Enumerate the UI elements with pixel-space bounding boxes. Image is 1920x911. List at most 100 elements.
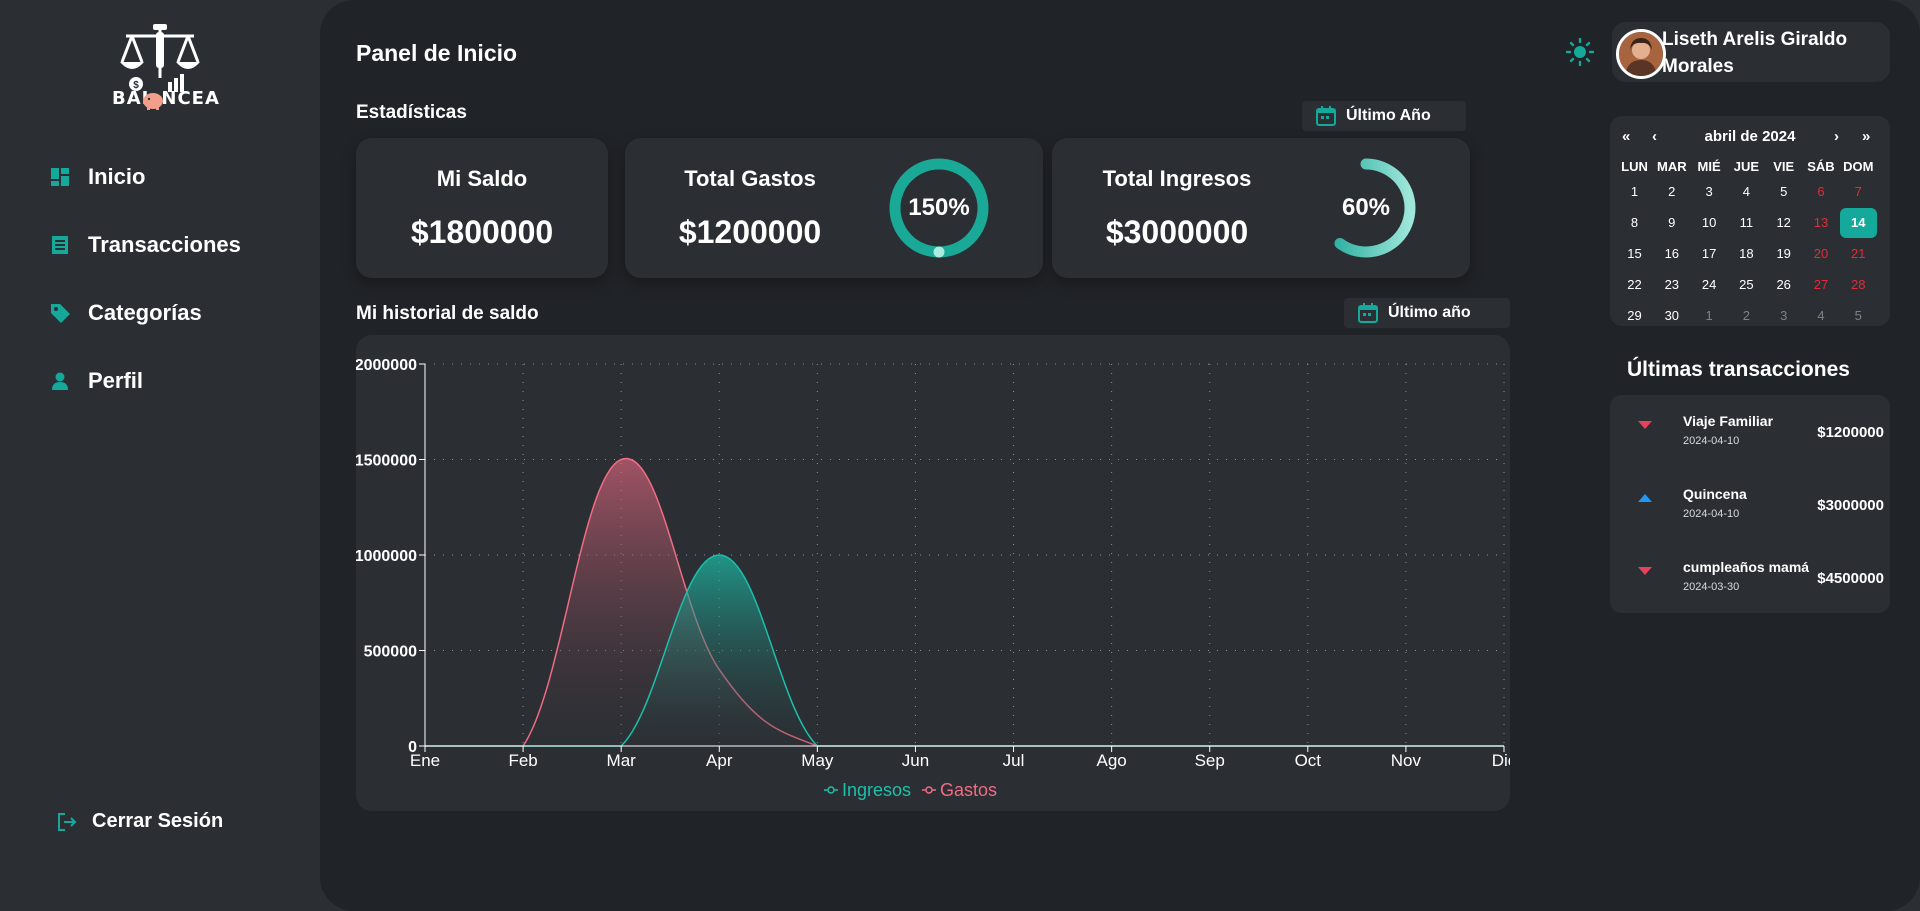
calendar-day[interactable]: 16	[1653, 246, 1690, 261]
calendar-day[interactable]: 11	[1728, 215, 1765, 230]
card-title: Mi Saldo	[436, 166, 528, 191]
calendar-grid: LUN MAR MIÉ JUE VIE SÁB DOM 1 2 3 4 5 6 7 8 9 10 11 12 13 1…	[1616, 156, 1884, 331]
chart-axes: 0500000100000015000002000000Ene Feb Mar Apr…	[356, 357, 1510, 770]
calendar-day[interactable]: 20	[1802, 246, 1839, 261]
logout-button[interactable]: Cerrar Sesión	[56, 810, 223, 833]
calendar-day[interactable]: 17	[1691, 246, 1728, 261]
calendar-day[interactable]: 22	[1616, 277, 1653, 292]
legend-label-ingresos[interactable]: Ingresos	[842, 780, 911, 800]
x-tick-label: Oct	[1295, 751, 1322, 770]
stats-range-select[interactable]: Último Año	[1302, 101, 1466, 131]
calendar-day[interactable]: 1	[1616, 184, 1653, 199]
x-tick-label: Sep	[1195, 751, 1225, 770]
receipt-icon	[48, 233, 72, 257]
calendar-day[interactable]: 28	[1840, 277, 1877, 292]
calendar-day[interactable]: 27	[1802, 277, 1839, 292]
gastos-ring-label: 150%	[908, 194, 970, 221]
y-tick-label: 2000000	[356, 357, 417, 374]
calendar-day[interactable]: 21	[1840, 246, 1877, 261]
calendar-day[interactable]: 29	[1616, 308, 1653, 323]
transaction-name: Quincena	[1683, 486, 1747, 502]
calendar-next-year-button[interactable]: »	[1862, 128, 1870, 145]
calendar-day[interactable]: 10	[1691, 215, 1728, 230]
avatar[interactable]	[1616, 29, 1666, 79]
calendar-icon	[1358, 303, 1378, 323]
nav-item-label: Transacciones	[88, 232, 241, 257]
user-name: Liseth Arelis Giraldo Morales	[1662, 29, 1848, 77]
logout-label: Cerrar Sesión	[92, 810, 224, 832]
card-title: Total Gastos	[684, 166, 816, 191]
calendar-day[interactable]: 4	[1802, 308, 1839, 323]
calendar-day[interactable]: 7	[1840, 184, 1877, 199]
calendar-weekday-label: MAR	[1656, 158, 1687, 174]
calendar-day[interactable]: 23	[1653, 277, 1690, 292]
transaction-item[interactable]: cumpleaños mamá 2024-03-30 $4500000	[1610, 541, 1890, 601]
calendar-day[interactable]: 1	[1691, 308, 1728, 323]
calendar-day[interactable]: 3	[1691, 184, 1728, 199]
x-tick-label: Apr	[706, 751, 733, 770]
calendar-day[interactable]: 13	[1802, 215, 1839, 230]
calendar-day[interactable]: 2	[1653, 184, 1690, 199]
nav-item-perfil[interactable]: Perfil	[48, 368, 143, 394]
calendar-day[interactable]: 26	[1765, 277, 1802, 292]
stats-range-label: Último Año	[1346, 107, 1431, 124]
calendar-prev-month-button[interactable]: ‹	[1652, 128, 1657, 145]
transaction-date: 2024-03-30	[1683, 581, 1740, 593]
legend-label-gastos[interactable]: Gastos	[940, 780, 997, 800]
calendar-week-row: 22 23 24 25 26 27 28	[1616, 269, 1884, 300]
transaction-item[interactable]: Quincena 2024-04-10 $3000000	[1610, 468, 1890, 528]
logout-icon	[58, 812, 77, 831]
calendar-day[interactable]: 4	[1728, 184, 1765, 199]
transaction-item[interactable]: Viaje Familiar 2024-04-10 $1200000	[1610, 395, 1890, 455]
calendar-day[interactable]: 19	[1765, 246, 1802, 261]
calendar-day[interactable]: 3	[1765, 308, 1802, 323]
calendar-day[interactable]: 24	[1691, 277, 1728, 292]
series-area-gastos	[425, 458, 1504, 746]
transaction-amount: $3000000	[1817, 497, 1884, 514]
calendar-weekday-label: SÁB	[1807, 158, 1835, 174]
calendar-day[interactable]: 2	[1728, 308, 1765, 323]
transaction-amount: $1200000	[1817, 424, 1884, 441]
x-tick-label: Nov	[1391, 751, 1422, 770]
stat-card-ingresos: Total Ingresos $3000000 60%	[1052, 138, 1470, 278]
calendar-weekday-label: DOM	[1843, 158, 1874, 174]
theme-toggle-sun-icon[interactable]	[1566, 38, 1594, 66]
x-tick-label: Jul	[1003, 751, 1025, 770]
calendar-day[interactable]: 30	[1653, 308, 1690, 323]
calendar-day[interactable]: 8	[1616, 215, 1653, 230]
calendar-day[interactable]: 5	[1840, 308, 1877, 323]
expense-arrow-down-icon	[1638, 421, 1652, 429]
legend-dot-gastos	[925, 786, 933, 794]
y-tick-label: 500000	[364, 644, 417, 661]
nav-item-label: Inicio	[88, 164, 146, 189]
user-profile-card[interactable]: Liseth Arelis Giraldo Morales	[1612, 22, 1890, 82]
nav-item-inicio[interactable]: Inicio	[48, 164, 145, 190]
calendar-day[interactable]: 18	[1728, 246, 1765, 261]
ingresos-ring-label: 60%	[1341, 194, 1391, 221]
brand-logo-text: BAL NCEA	[112, 88, 220, 109]
balance-history-chart: 0 500000 1000000 1500000 2000000 Ene Feb Mar Apr…	[356, 335, 1510, 811]
calendar-day[interactable]: 25	[1728, 277, 1765, 292]
history-title: Mi historial de saldo	[356, 303, 539, 324]
calendar-day[interactable]: 6	[1802, 184, 1839, 199]
x-tick-label: Dic	[1492, 751, 1510, 770]
calendar-weekday-row: LUN MAR MIÉ JUE VIE SÁB DOM	[1616, 156, 1884, 176]
calendar-prev-year-button[interactable]: «	[1622, 128, 1630, 145]
transactions-list: Viaje Familiar 2024-04-10 $1200000 Quinc…	[1610, 395, 1890, 613]
nav-item-categorias[interactable]: Categorías	[48, 300, 202, 326]
calendar-day[interactable]: 9	[1653, 215, 1690, 230]
card-title: Total Ingresos	[1102, 166, 1252, 191]
calendar-month-label[interactable]: abril de 2024	[1690, 128, 1810, 145]
y-tick-label: 1500000	[356, 453, 417, 470]
calendar-day[interactable]: 14	[1839, 207, 1877, 238]
calendar-next-month-button[interactable]: ›	[1834, 128, 1839, 145]
calendar-day[interactable]: 15	[1616, 246, 1653, 261]
history-range-select[interactable]: Último año	[1344, 298, 1510, 328]
calendar-day[interactable]: 5	[1765, 184, 1802, 199]
calendar-week-row: 29 30 1 2 3 4 5	[1616, 300, 1884, 331]
balance-history-chart-svg: 0500000100000015000002000000Ene Feb Mar Apr…	[356, 357, 1510, 800]
calendar-week-row: 15 16 17 18 19 20 21	[1616, 238, 1884, 269]
calendar-day[interactable]: 12	[1765, 215, 1802, 230]
nav-item-transacciones[interactable]: Transacciones	[48, 232, 241, 258]
chart-legend[interactable]: Ingresos Gastos	[824, 780, 997, 800]
